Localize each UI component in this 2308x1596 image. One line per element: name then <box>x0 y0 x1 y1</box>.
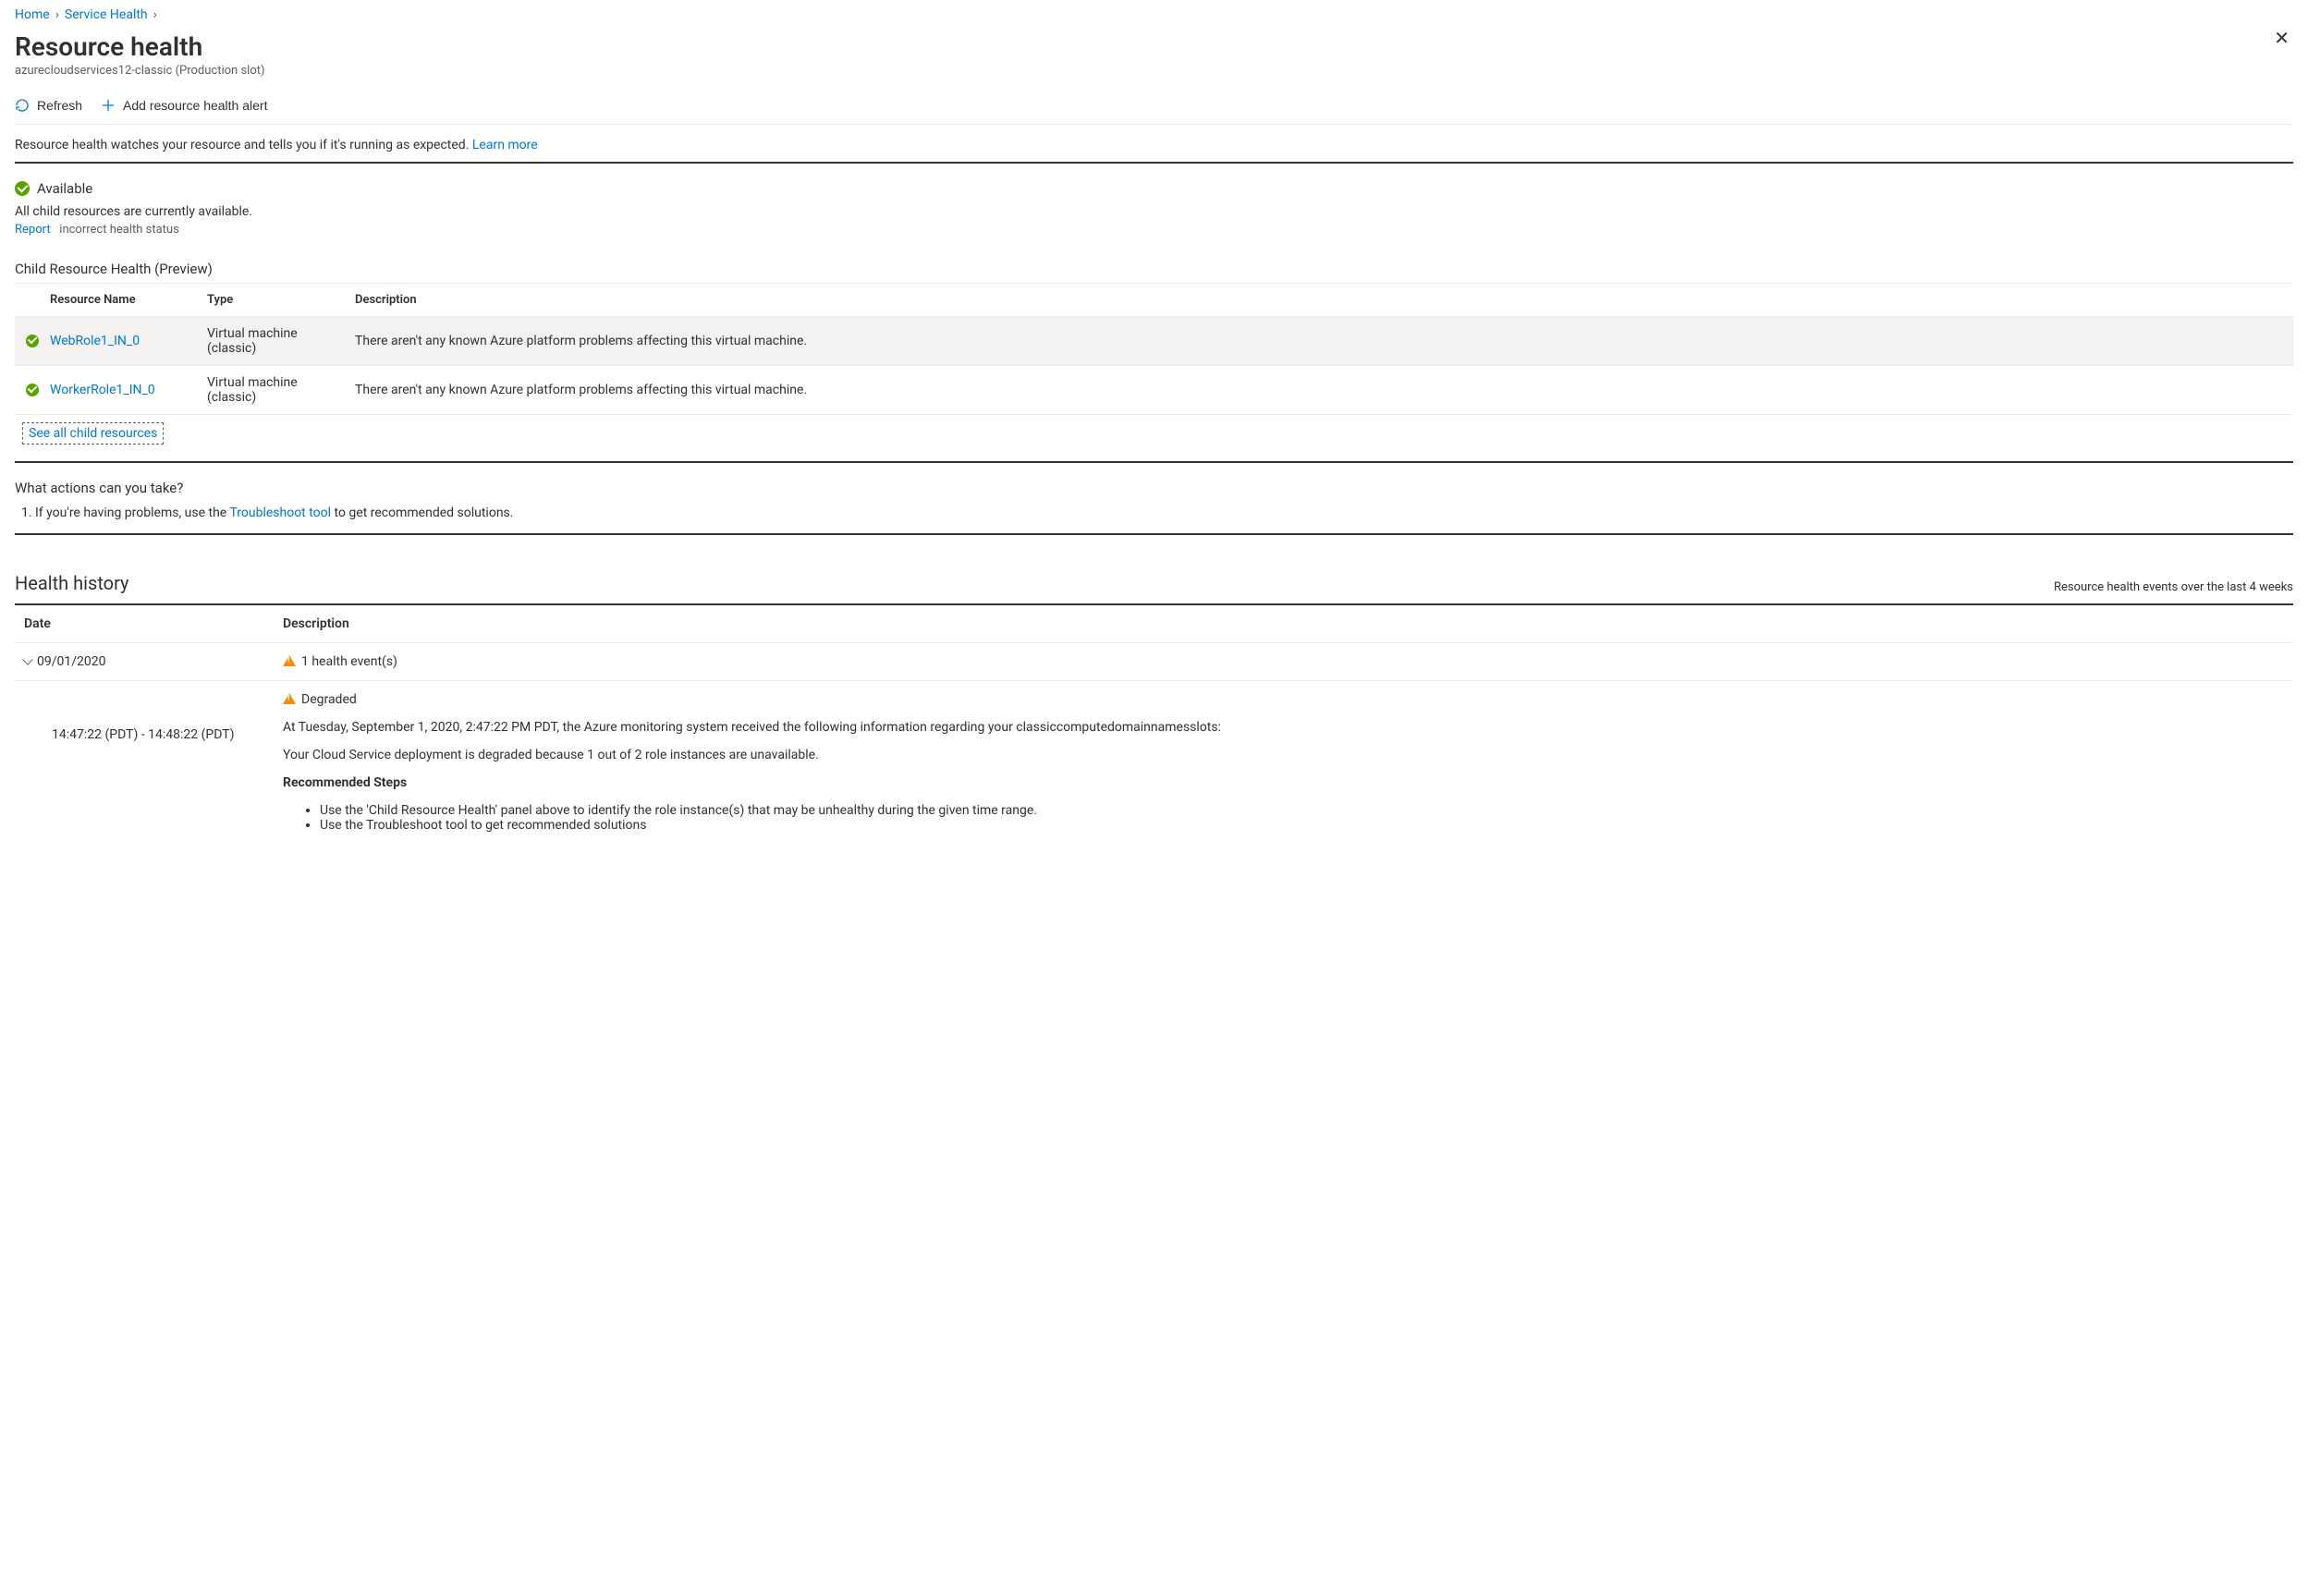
history-table: Date Description 09/01/2020 1 health eve… <box>15 603 2293 681</box>
step2-suffix: to get recommended solutions <box>468 818 647 833</box>
troubleshoot-tool-link[interactable]: Troubleshoot tool <box>229 506 331 520</box>
resource-desc: There aren't any known Azure platform pr… <box>344 366 2293 415</box>
resource-type: Virtual machine (classic) <box>196 317 344 366</box>
action-suffix: to get recommended solutions. <box>331 506 513 520</box>
page-subtitle: azurecloudservices12-classic (Production… <box>15 64 265 78</box>
intro-text: Resource health watches your resource an… <box>15 125 2293 164</box>
event-time-range: 14:47:22 (PDT) - 14:48:22 (PDT) <box>15 681 274 742</box>
child-section-title: Child Resource Health (Preview) <box>15 261 2293 277</box>
resource-link[interactable]: WorkerRole1_IN_0 <box>50 383 155 397</box>
history-event-detail: 14:47:22 (PDT) - 14:48:22 (PDT) Degraded… <box>15 681 2293 846</box>
action-prefix: If you're having problems, use the <box>35 506 229 520</box>
resource-link[interactable]: WebRole1_IN_0 <box>50 334 140 348</box>
col-type: Type <box>196 284 344 317</box>
report-suffix: incorrect health status <box>59 223 179 237</box>
status-block: Available All child resources are curren… <box>15 164 2293 237</box>
resource-desc: There aren't any known Azure platform pr… <box>344 317 2293 366</box>
event-step: Use the 'Child Resource Health' panel ab… <box>320 803 2284 818</box>
breadcrumb: Home › Service Health › <box>15 0 2293 26</box>
status-subtext: All child resources are currently availa… <box>15 204 2293 219</box>
action-item: If you're having problems, use the Troub… <box>35 506 2293 520</box>
see-all-child-resources-link[interactable]: See all child resources <box>22 422 164 445</box>
step2-prefix: Use the <box>320 818 366 833</box>
learn-more-link[interactable]: Learn more <box>472 138 538 152</box>
actions-title: What actions can you take? <box>15 480 2293 496</box>
warning-icon <box>283 655 296 666</box>
resource-type: Virtual machine (classic) <box>196 366 344 415</box>
status-label: Available <box>37 180 92 197</box>
actions-list: If you're having problems, use the Troub… <box>15 506 2293 520</box>
history-row[interactable]: 09/01/2020 1 health event(s) <box>15 643 2293 681</box>
child-resource-table: Resource Name Type Description WebRole1_… <box>15 283 2293 415</box>
col-resource-name: Resource Name <box>39 284 196 317</box>
close-button[interactable]: ✕ <box>2270 26 2293 52</box>
breadcrumb-service-health[interactable]: Service Health <box>65 7 148 22</box>
refresh-label: Refresh <box>37 98 82 113</box>
col-hist-description: Description <box>274 604 2293 643</box>
table-row[interactable]: WorkerRole1_IN_0 Virtual machine (classi… <box>15 366 2293 415</box>
event-step: Use the Troubleshoot tool to get recomme… <box>320 818 2284 833</box>
toolbar: Refresh Add resource health alert <box>15 91 2293 125</box>
report-link[interactable]: Report <box>15 223 51 237</box>
add-alert-label: Add resource health alert <box>123 98 267 113</box>
col-date: Date <box>15 604 274 643</box>
event-status: Degraded <box>301 692 357 707</box>
plus-icon <box>101 98 116 113</box>
history-date: 09/01/2020 <box>37 654 106 669</box>
refresh-button[interactable]: Refresh <box>15 96 82 115</box>
close-icon: ✕ <box>2274 29 2290 49</box>
history-summary: 1 health event(s) <box>301 654 397 669</box>
event-line2: Your Cloud Service deployment is degrade… <box>283 748 2284 762</box>
history-title: Health history <box>15 572 129 594</box>
available-icon <box>15 181 30 196</box>
table-row[interactable]: WebRole1_IN_0 Virtual machine (classic) … <box>15 317 2293 366</box>
check-icon <box>26 335 39 347</box>
troubleshoot-tool-link[interactable]: Troubleshoot tool <box>366 818 468 833</box>
page-title: Resource health <box>15 31 265 62</box>
chevron-right-icon: › <box>55 7 59 22</box>
breadcrumb-home[interactable]: Home <box>15 7 50 22</box>
check-icon <box>26 384 39 396</box>
intro-body: Resource health watches your resource an… <box>15 138 472 152</box>
history-range: Resource health events over the last 4 w… <box>2054 580 2293 594</box>
add-alert-button[interactable]: Add resource health alert <box>101 96 267 115</box>
event-steps-title: Recommended Steps <box>283 775 407 790</box>
col-description: Description <box>344 284 2293 317</box>
chevron-right-icon: › <box>153 7 157 22</box>
event-line1: At Tuesday, September 1, 2020, 2:47:22 P… <box>283 720 2284 735</box>
warning-icon <box>283 693 296 704</box>
chevron-down-icon[interactable] <box>22 654 32 664</box>
event-steps-list: Use the 'Child Resource Health' panel ab… <box>283 803 2284 833</box>
refresh-icon <box>15 98 30 113</box>
